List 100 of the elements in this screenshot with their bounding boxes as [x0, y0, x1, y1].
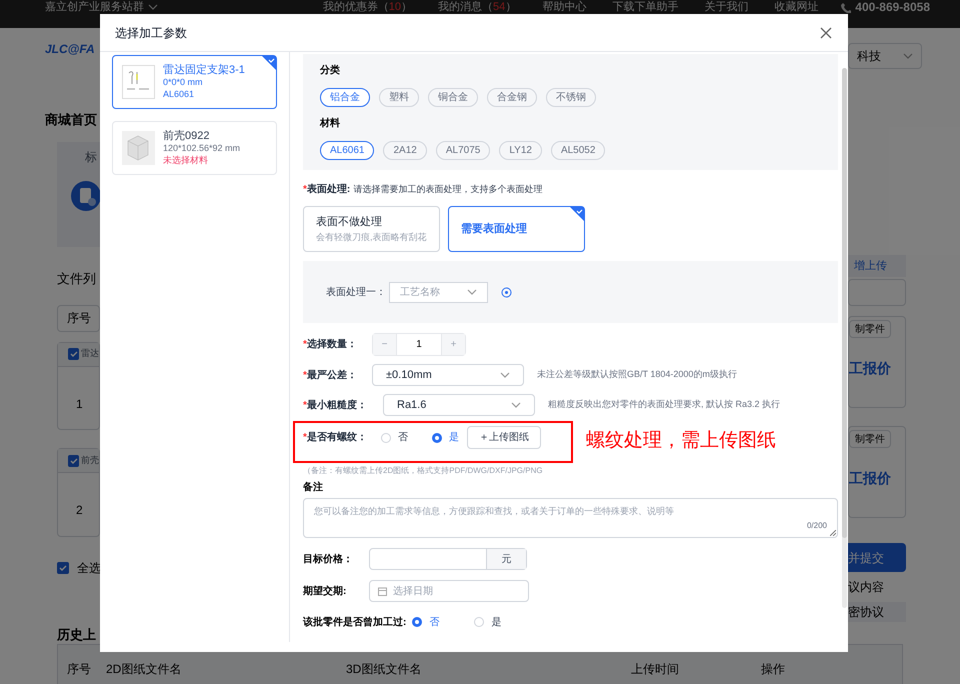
field-label: 表面处理一： [326, 286, 386, 300]
chevron-down-icon [500, 372, 510, 378]
chevron-down-icon [467, 289, 477, 295]
radio-option[interactable]: 是 [432, 430, 459, 445]
column-header: 序号 [67, 310, 91, 328]
part-size: 120*102.56*92 mm [163, 142, 240, 154]
decrement-button[interactable]: − [373, 334, 396, 355]
row-number: 1 [76, 396, 84, 413]
annotation-text: 螺纹处理，需上传图纸 [586, 429, 776, 453]
dropdown[interactable]: ±0.10mm [372, 364, 524, 386]
radio-option[interactable]: 否 [381, 430, 408, 445]
row-number: 2 [76, 502, 84, 520]
close-icon [819, 26, 833, 40]
checkbox[interactable] [57, 562, 69, 574]
top-link[interactable]: 我的消息（54） [438, 1, 516, 13]
checkbox-label: 全选 [77, 560, 101, 576]
action-button[interactable]: 制零件 [849, 430, 891, 448]
checkbox[interactable] [68, 348, 79, 360]
check-icon [59, 564, 67, 572]
column-header: 3D图纸文件名 [345, 661, 422, 678]
scrollbar[interactable] [842, 68, 847, 608]
column-header: 操作 [761, 661, 785, 678]
field-label: *最小粗糙度： [303, 398, 368, 412]
note-text: （备注：有螺纹需上传2D图纸，格式支持PDF/DWG/DXF/JPG/PNG [303, 466, 544, 476]
chevron-down-icon [511, 402, 521, 408]
option-chip[interactable]: 铜合金 [428, 88, 478, 107]
check-icon [70, 350, 78, 358]
unit-label: 元 [486, 549, 526, 569]
section-title: 文件列 [57, 270, 96, 288]
tab[interactable]: 标 [85, 148, 100, 166]
option-chip[interactable]: 铝合金 [320, 88, 370, 107]
agreement-text: 议内容 [848, 579, 885, 596]
hint-text: 请选择需要加工的表面处理，支持多个表面处理 [353, 182, 542, 196]
dialog-title: 选择加工参数 [115, 24, 187, 42]
option-chip[interactable]: 塑料 [379, 88, 419, 107]
logo: JLC@FA [45, 41, 95, 58]
increment-button[interactable]: + [442, 334, 465, 355]
surface-option[interactable]: 表面不做处理 会有轻微刀痕,表面略有刮花 [303, 206, 440, 252]
company-select[interactable]: 科技 [848, 43, 922, 69]
field-label: *是否有螺纹： [303, 430, 368, 445]
quote-text: 工报价 [849, 469, 892, 488]
check-icon [70, 456, 78, 465]
field-label: 期望交期: [303, 584, 348, 598]
price-field[interactable]: 元 [369, 548, 527, 570]
radio-option[interactable]: 否 [412, 614, 440, 630]
part-name: 雷达固定支架3-1 [163, 64, 245, 76]
chevron-down-icon [903, 53, 913, 59]
site-menu[interactable]: 嘉立创产业服务站群 [45, 1, 144, 13]
field-label: *表面处理: [303, 182, 350, 197]
corner-check-icon [570, 207, 584, 221]
nav-link[interactable]: 商城首页 [45, 110, 97, 130]
dropdown[interactable]: Ra1.6 [383, 394, 535, 416]
warning-text: 未选择材料 [163, 154, 209, 166]
top-link[interactable]: 收藏网址 [774, 1, 818, 13]
option-title: 表面不做处理 [316, 215, 383, 230]
option-description: 会有轻微刀痕,表面略有刮花 [316, 230, 427, 244]
column-header: 2D图纸文件名 [106, 661, 182, 678]
quantity-stepper[interactable]: − 1 + [372, 333, 466, 356]
option-chip[interactable]: AL6061 [320, 141, 374, 160]
radio-button[interactable] [432, 432, 442, 442]
radio-button[interactable] [474, 617, 484, 627]
field-label: *最严公差： [303, 368, 358, 382]
top-link[interactable]: 我的优惠券（10） [322, 1, 412, 13]
column-header: 上传时间 [631, 661, 680, 678]
submit-button[interactable]: 并提交 [848, 543, 906, 572]
option-chip[interactable]: AL7075 [436, 141, 490, 160]
top-link[interactable]: 帮助中心 [542, 1, 586, 13]
part-material: AL6061 [163, 88, 196, 100]
character-counter: 0/200 [806, 520, 827, 532]
radio-option[interactable]: 是 [474, 614, 502, 630]
note-text: 未注公差等级默认按照GB/T 1804-2000的m级执行 [537, 368, 737, 382]
field-label: 该批零件是否曾加工过: [303, 616, 406, 630]
remark-field[interactable]: 您可以备注您的加工需求等信息，方便跟踪和查找，或者关于订单的一些特殊要求、说明等 0/200 [303, 498, 838, 538]
top-link[interactable]: 关于我们 [704, 1, 748, 13]
option-chip[interactable]: 不锈钢 [546, 88, 596, 107]
surface-option[interactable]: 需要表面处理 [448, 206, 585, 252]
group-label: 材料 [320, 116, 341, 131]
phone-number: 400-869-8058 [855, 1, 930, 13]
corner-check-icon [262, 56, 276, 70]
radio-button[interactable] [412, 617, 422, 627]
part-name: 前壳0922 [163, 130, 210, 142]
option-chip[interactable]: AL5052 [550, 141, 606, 160]
option-chip[interactable]: 合金钢 [487, 88, 537, 107]
top-link[interactable]: 下载下单助手 [612, 1, 678, 13]
date-field[interactable]: 选择日期 [369, 580, 529, 602]
checkbox[interactable] [68, 454, 79, 467]
note-text: 粗糙度反映出您对零件的表面处理要求, 默认按 Ra3.2 执行 [548, 398, 780, 412]
radio-button[interactable] [381, 432, 391, 442]
option-chip[interactable]: LY12 [499, 141, 542, 160]
section-title: 历史上 [57, 626, 96, 644]
quote-text: 工报价 [849, 359, 892, 378]
part-card[interactable]: 前壳0922 120*102.56*92 mm 未选择材料 [112, 121, 277, 175]
close-button[interactable] [819, 26, 833, 40]
option-chip[interactable]: 2A12 [383, 141, 427, 160]
action-button[interactable]: 制零件 [849, 320, 891, 338]
process-select[interactable]: 工艺名称 [389, 282, 488, 302]
field-label: 目标价格： [303, 552, 354, 566]
upload-button[interactable]: ＋上传图纸 [467, 426, 541, 449]
part-card[interactable]: 雷达固定支架3-1 0*0*0 mm AL6061 [112, 55, 277, 109]
phone-icon [840, 2, 852, 12]
